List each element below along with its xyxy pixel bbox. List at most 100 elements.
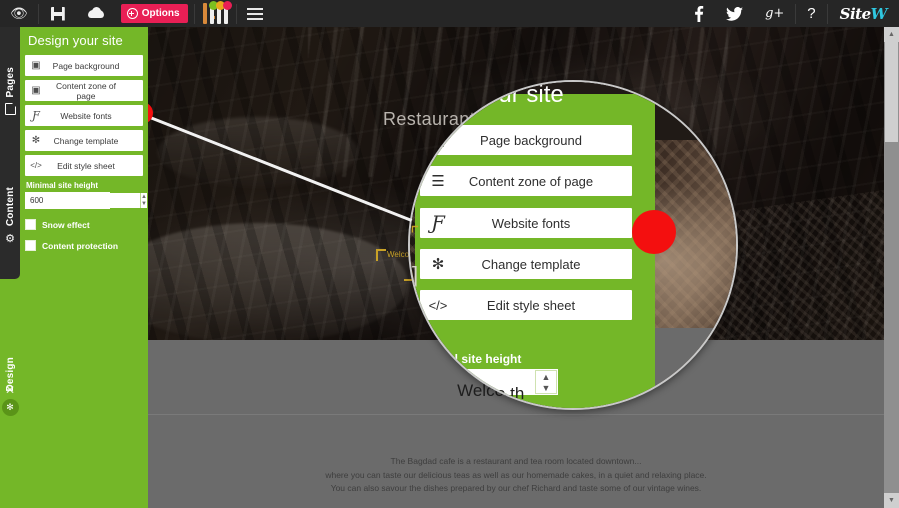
- logo-text-accent: W: [870, 4, 888, 23]
- minimal-site-height-stepper[interactable]: ▲ ▼: [25, 192, 147, 209]
- sitew-logo[interactable]: SiteW: [828, 5, 899, 23]
- status-badge: [222, 0, 232, 10]
- image-icon: ▣: [31, 60, 41, 71]
- scroll-up-button[interactable]: ▲: [884, 27, 899, 42]
- palette-icon: ✻: [31, 135, 41, 146]
- magnifier-button-label: Page background: [480, 132, 582, 148]
- content-protection-label: Content protection: [42, 240, 119, 251]
- publish-button[interactable]: [77, 0, 115, 27]
- magnifier-welcome-heading: Welcome to th: [416, 384, 525, 403]
- paragraph-line: The Bagdad cafe is a restaurant and tea …: [390, 456, 642, 466]
- logo-text-primary: Site: [839, 4, 872, 23]
- design-panel: Design your site ▣ Page background ▣ Con…: [20, 27, 148, 508]
- magnifier-button-label: Content zone of page: [468, 173, 594, 189]
- help-button[interactable]: ?: [796, 5, 826, 22]
- snow-effect-row[interactable]: Snow effect: [25, 219, 143, 230]
- magnifier-website-fonts-button[interactable]: Ƒ Website fonts: [420, 208, 632, 238]
- selection-corner-icon: [376, 249, 386, 261]
- body-paragraph[interactable]: The Bagdad cafe is a restaurant and tea …: [148, 455, 884, 508]
- options-button[interactable]: Options: [120, 4, 188, 23]
- magnifier-page-background-button[interactable]: ▣ Page background: [420, 125, 632, 155]
- device-preview-group: [195, 0, 236, 24]
- font-icon: Ƒ: [32, 109, 40, 122]
- sidebar-item-label: Content: [4, 187, 16, 227]
- snow-effect-checkbox[interactable]: [25, 219, 36, 230]
- page-background-button[interactable]: ▣ Page background: [25, 55, 143, 76]
- panel-title: Design your site: [28, 33, 123, 48]
- stepper-down-icon[interactable]: ▼: [141, 201, 147, 209]
- hamburger-menu-icon: [246, 5, 263, 23]
- website-fonts-label: Website fonts: [60, 110, 112, 121]
- change-template-label: Change template: [53, 135, 119, 146]
- magnifier-height-label: imal site height: [434, 352, 522, 366]
- magnifier-panel-title: n your site: [453, 81, 564, 108]
- mobile-preview-button[interactable]: [222, 0, 232, 24]
- edit-style-sheet-button[interactable]: </> Edit style sheet: [25, 155, 143, 176]
- magnifier-button-label: Change template: [481, 256, 581, 272]
- hamburger-menu-button[interactable]: [237, 0, 273, 27]
- content-protection-row[interactable]: Content protection: [25, 240, 143, 251]
- sidebar-item-pages[interactable]: Pages: [0, 67, 20, 116]
- stepper-buttons: ▲ ▼: [140, 193, 147, 208]
- snow-effect-label: Snow effect: [42, 219, 90, 230]
- left-rail: Pages ⚙ Content ✕ ✻ Design: [0, 27, 20, 508]
- save-icon: [49, 6, 67, 22]
- paragraph-line: where you can taste our delicious teas a…: [325, 469, 707, 480]
- minimal-site-height-label: Minimal site height: [26, 181, 99, 190]
- page-background-label: Page background: [52, 60, 120, 71]
- sidebar-item-design[interactable]: ✻ Design: [0, 357, 20, 416]
- minimal-site-height-input[interactable]: [26, 193, 140, 208]
- tablet-small-preview-button[interactable]: [208, 0, 218, 24]
- sidebar-item-content[interactable]: ⚙ Content: [0, 187, 20, 245]
- palette-icon: ✻: [431, 256, 445, 273]
- font-icon: Ƒ: [431, 212, 445, 234]
- code-icon: </>: [428, 297, 448, 313]
- layout-icon: ☰: [431, 173, 445, 190]
- magnifier-content-zone-button[interactable]: ☰ Content zone of page: [420, 166, 632, 196]
- cloud-upload-icon: [87, 6, 105, 22]
- top-toolbar: 👁 Options g+ ? SiteW: [0, 0, 899, 27]
- change-template-button[interactable]: ✻ Change template: [25, 130, 143, 151]
- toolbar-right-group: g+ ? SiteW: [683, 0, 899, 27]
- palette-icon: ✻: [1, 398, 19, 416]
- plus-circle-icon: [126, 8, 138, 19]
- stepper-down-icon[interactable]: ▼: [536, 382, 556, 393]
- sidebar-item-label: Pages: [4, 67, 16, 98]
- monitor-icon: [202, 2, 207, 24]
- save-button[interactable]: [39, 0, 77, 27]
- content-zone-button[interactable]: ▣ Content zone of page: [25, 80, 143, 101]
- divider: [148, 414, 884, 415]
- sidebar-item-label: Design: [4, 357, 16, 392]
- magnifier-button-label: Edit style sheet: [486, 297, 576, 313]
- tablet-large-preview-button[interactable]: [215, 0, 225, 24]
- magnifier-edit-style-sheet-button[interactable]: </> Edit style sheet: [420, 290, 632, 320]
- selection-label: Welco: [387, 250, 410, 259]
- google-plus-icon[interactable]: g+: [754, 6, 795, 21]
- magnifier-lens: aurant ⌜ ] n your site ▣ Page background…: [408, 80, 738, 410]
- scrollbar-thumb[interactable]: [885, 42, 898, 142]
- website-fonts-button[interactable]: Ƒ Website fonts: [25, 105, 143, 126]
- content-protection-checkbox[interactable]: [25, 240, 36, 251]
- magnifier-button-label: Website fonts: [491, 215, 571, 231]
- content-zone-label: Content zone of page: [55, 80, 116, 101]
- options-button-label: Options: [141, 8, 180, 19]
- page-icon: [4, 103, 16, 116]
- desktop-preview-button[interactable]: [202, 2, 207, 24]
- annotation-dot-target: [632, 210, 676, 254]
- stepper-up-icon[interactable]: ▲: [536, 371, 556, 382]
- preview-icon[interactable]: 👁: [0, 0, 38, 27]
- image-icon: ▣: [430, 132, 446, 149]
- magnifier-change-template-button[interactable]: ✻ Change template: [420, 249, 632, 279]
- scrollbar-track[interactable]: [884, 42, 899, 493]
- code-icon: </>: [30, 161, 42, 170]
- gear-icon: ⚙: [5, 233, 15, 246]
- vertical-scrollbar[interactable]: ▲ ▼: [884, 27, 899, 508]
- facebook-icon[interactable]: [683, 5, 715, 22]
- scroll-down-button[interactable]: ▼: [884, 493, 899, 508]
- stepper-up-icon[interactable]: ▲: [141, 193, 147, 201]
- paragraph-line: You can also savour the dishes prepared …: [330, 483, 702, 493]
- layout-icon: ▣: [31, 85, 41, 96]
- magnifier-selection-corner-icon: ⌜: [410, 224, 420, 246]
- twitter-icon[interactable]: [715, 6, 754, 21]
